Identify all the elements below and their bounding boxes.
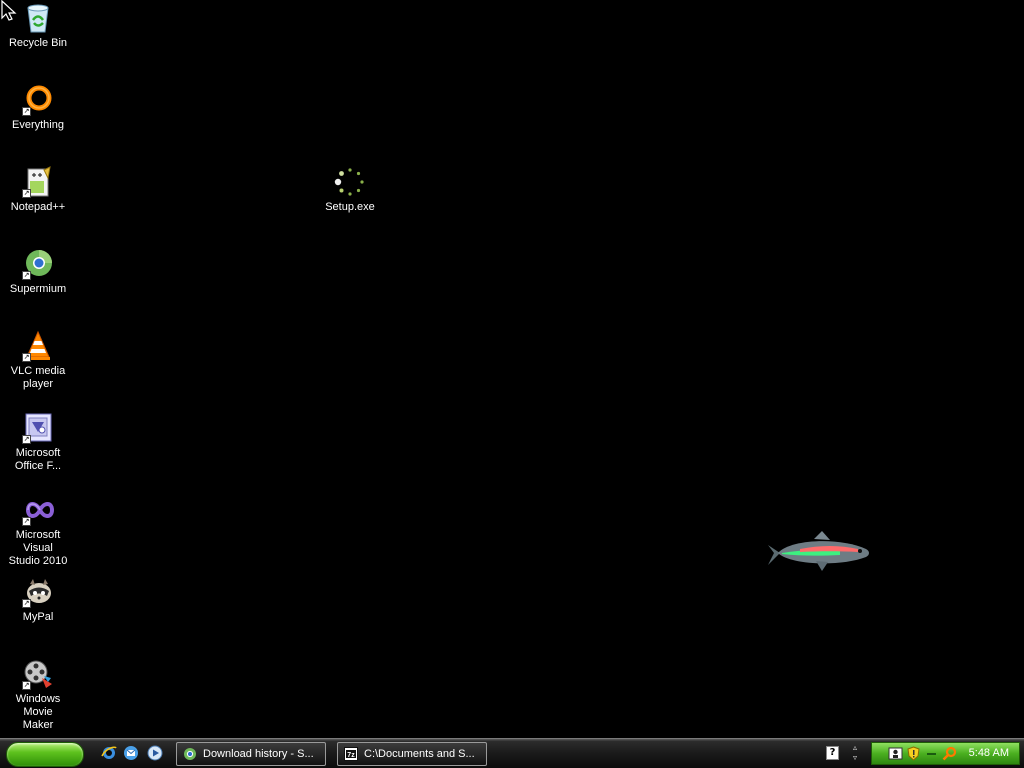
search-icon[interactable] (942, 746, 957, 761)
shortcut-arrow-icon: ↗ (22, 353, 31, 362)
mypal-icon: ↗ (22, 576, 54, 608)
recycle-bin-icon (22, 2, 54, 34)
office-icon: ↗ (22, 412, 54, 444)
svg-text:7z: 7z (347, 752, 355, 759)
browser-icon (183, 747, 197, 761)
clock[interactable]: 5:48 AM (969, 743, 1009, 764)
shortcut-arrow-icon: ↗ (22, 189, 31, 198)
desktop-icon-vlc-media-player[interactable]: ↗ VLC media player (0, 330, 76, 391)
shortcut-arrow-icon: ↗ (22, 271, 31, 280)
desktop-icon-mypal[interactable]: ↗ MyPal (0, 576, 76, 624)
desktop-icon-label: Windows Movie Maker (15, 693, 61, 731)
taskbar-button-label: Download history - S... (203, 748, 314, 760)
taskbar-button-download-history[interactable]: Download history - S... (176, 742, 326, 766)
ie-icon[interactable] (101, 745, 117, 761)
7zip-icon: 7z (344, 747, 358, 761)
notepad-plus-plus-icon: ↗ (22, 166, 54, 198)
desktop-icon-label: Notepad++ (10, 201, 66, 213)
desktop-icon-label: Supermium (9, 283, 67, 295)
shortcut-arrow-icon: ↗ (22, 599, 31, 608)
taskbar-button-label: C:\Documents and S... (364, 748, 475, 760)
help-icon[interactable]: ? (826, 746, 839, 760)
system-tray: 5:48 AM (871, 742, 1020, 765)
media-player-icon[interactable] (147, 745, 163, 761)
chevron-up-down-icon[interactable]: ▵ ▿ (849, 743, 861, 765)
desktop-icon-label: Recycle Bin (8, 37, 68, 49)
taskbar: Download history - S... 7z C:\Documents … (0, 738, 1024, 768)
desktop-icon-label: MyPal (22, 611, 54, 623)
desktop[interactable]: Recycle Bin ↗ Everything ↗ Notepad++ ↗ S… (0, 0, 1024, 738)
desktop-icon-recycle-bin[interactable]: Recycle Bin (0, 2, 76, 50)
desktop-icon-supermium[interactable]: ↗ Supermium (0, 248, 76, 296)
vlc-icon: ↗ (22, 330, 54, 362)
movie-maker-icon: ↗ (22, 658, 54, 690)
visual-studio-icon: ↗ (22, 494, 54, 526)
desktop-icon-label: Microsoft Office F... (14, 447, 62, 472)
setup-loading-icon (334, 166, 366, 198)
shortcut-arrow-icon: ↗ (22, 517, 31, 526)
start-button[interactable] (6, 742, 84, 767)
desktop-icon-visual-studio-2010[interactable]: ↗ Microsoft Visual Studio 2010 (0, 494, 76, 568)
desktop-icon-label: Microsoft Visual Studio 2010 (8, 529, 68, 567)
shield-icon[interactable] (906, 746, 921, 761)
network-icon[interactable] (888, 746, 903, 761)
desktop-icon-notepad-plus-plus[interactable]: ↗ Notepad++ (0, 166, 76, 214)
shortcut-arrow-icon: ↗ (22, 107, 31, 116)
desktop-icon-microsoft-office[interactable]: ↗ Microsoft Office F... (0, 412, 76, 473)
email-icon[interactable] (123, 745, 139, 761)
desktop-icon-label: Everything (12, 119, 64, 131)
desktop-icon-everything[interactable]: ↗ Everything (0, 84, 76, 132)
fish-wallpaper-image (768, 531, 869, 571)
shortcut-arrow-icon: ↗ (22, 435, 31, 444)
everything-icon: ↗ (22, 84, 54, 116)
taskbar-button-documents-folder[interactable]: 7z C:\Documents and S... (337, 742, 487, 766)
dash-icon[interactable] (924, 746, 939, 761)
supermium-icon: ↗ (22, 248, 54, 280)
desktop-icon-windows-movie-maker[interactable]: ↗ Windows Movie Maker (0, 658, 76, 732)
desktop-icon-label: VLC media player (10, 365, 66, 390)
desktop-icon-label: Setup.exe (325, 201, 375, 213)
shortcut-arrow-icon: ↗ (22, 681, 31, 690)
desktop-icon-setup-exe[interactable]: Setup.exe (312, 166, 388, 214)
